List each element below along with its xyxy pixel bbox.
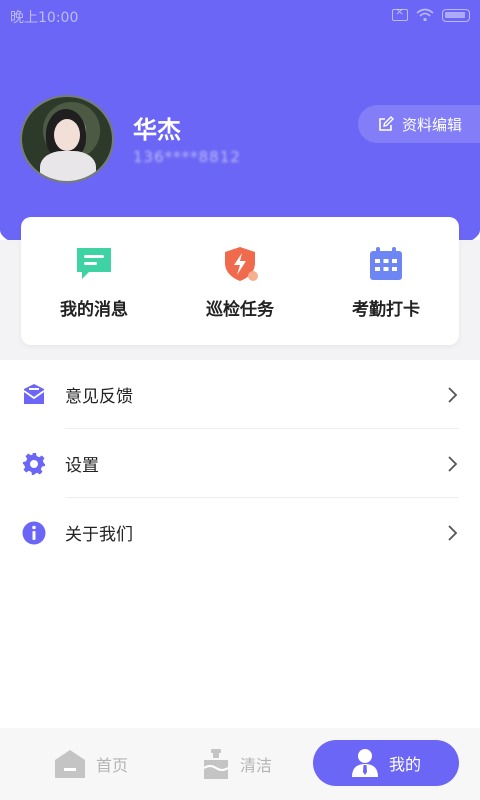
quick-action-inspection[interactable]: 巡检任务 — [167, 245, 313, 320]
inspection-shield-icon — [225, 247, 258, 281]
user-phone: 136****8812 — [133, 148, 241, 166]
quick-action-messages[interactable]: 我的消息 — [21, 245, 167, 320]
user-icon — [351, 749, 378, 777]
edit-profile-label: 资料编辑 — [402, 115, 463, 134]
menu-item-label: 设置 — [65, 456, 99, 476]
quick-action-label: 我的消息 — [60, 300, 128, 320]
gear-icon — [23, 452, 45, 475]
status-time: 晚上10:00 — [10, 10, 79, 26]
settings-menu: 意见反馈 设置 关于我们 — [0, 360, 480, 567]
bottom-navigation: 首页 清洁 我的 — [0, 728, 480, 800]
menu-item-about[interactable]: 关于我们 — [0, 498, 480, 567]
quick-action-label: 巡检任务 — [206, 300, 274, 320]
menu-item-feedback[interactable]: 意见反馈 — [0, 360, 480, 429]
nav-label: 我的 — [388, 755, 421, 774]
calendar-icon — [370, 247, 402, 280]
message-icon — [77, 248, 111, 279]
nav-mine[interactable]: 我的 — [313, 740, 459, 786]
menu-item-label: 关于我们 — [65, 525, 133, 545]
menu-item-settings[interactable]: 设置 — [0, 429, 480, 498]
chevron-right-icon — [448, 386, 458, 403]
home-icon — [55, 750, 85, 778]
feedback-mail-icon — [23, 383, 45, 404]
quick-action-label: 考勤打卡 — [352, 300, 420, 320]
nav-home[interactable]: 首页 — [54, 742, 128, 786]
chevron-right-icon — [448, 455, 458, 472]
nav-label: 清洁 — [240, 756, 273, 775]
chevron-right-icon — [448, 524, 458, 541]
wifi-icon — [416, 8, 434, 22]
status-bar: 晚上10:00 — [0, 0, 480, 32]
quick-actions-card: 我的消息 巡检任务 考勤打卡 — [21, 217, 459, 345]
quick-action-attendance[interactable]: 考勤打卡 — [313, 245, 459, 320]
edit-icon — [379, 116, 394, 131]
no-sim-icon — [392, 5, 408, 21]
edit-profile-button[interactable]: 资料编辑 — [358, 105, 480, 143]
menu-item-label: 意见反馈 — [65, 387, 133, 407]
info-icon — [22, 521, 46, 544]
avatar[interactable] — [20, 95, 114, 183]
user-name: 华杰 — [133, 116, 181, 144]
cleaning-icon — [203, 749, 229, 779]
battery-icon — [442, 8, 470, 22]
nav-cleaning[interactable]: 清洁 — [202, 742, 272, 786]
nav-label: 首页 — [96, 756, 129, 775]
